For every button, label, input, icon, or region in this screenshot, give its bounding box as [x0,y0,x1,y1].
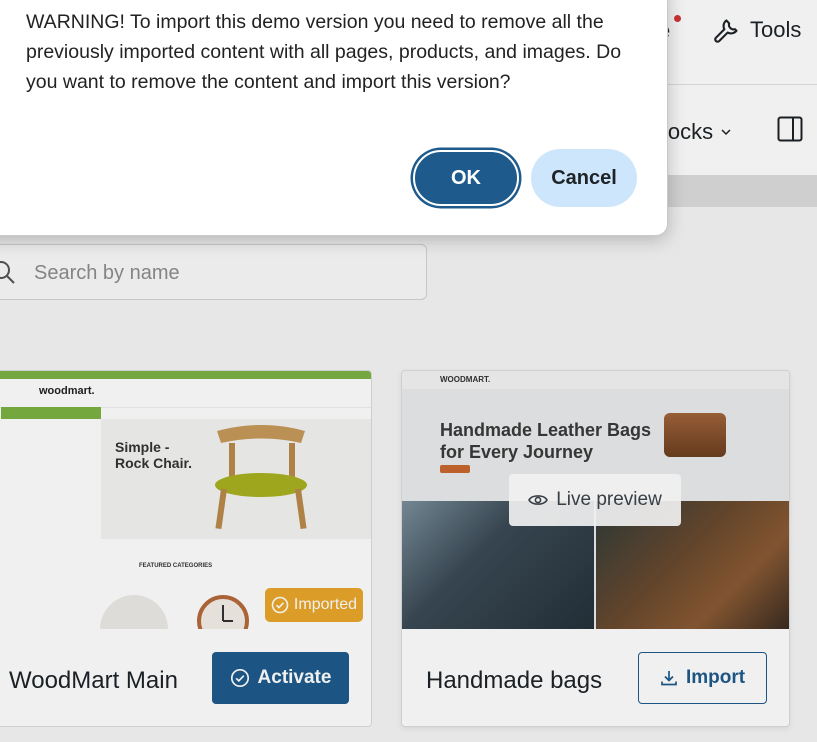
dialog-message: WARNING! To import this demo version you… [26,11,622,93]
cancel-button[interactable]: Cancel [531,149,637,207]
ok-button[interactable]: OK [413,150,519,206]
confirm-dialog: WARNING! To import this demo version you… [0,0,668,236]
